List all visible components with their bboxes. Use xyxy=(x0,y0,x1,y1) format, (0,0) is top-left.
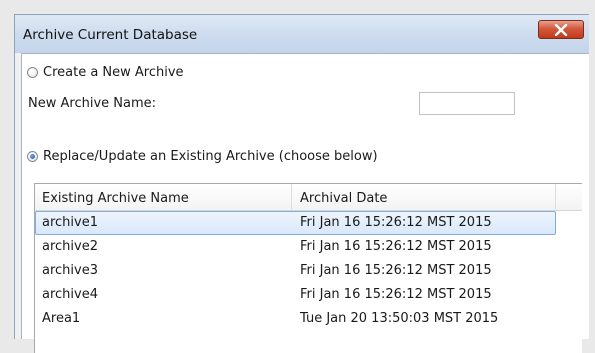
title-bar[interactable]: Archive Current Database xyxy=(15,15,589,53)
archive-name-input[interactable] xyxy=(419,92,515,115)
archive-table: Existing Archive Name Archival Date arch… xyxy=(34,183,582,353)
table-header: Existing Archive Name Archival Date xyxy=(35,184,582,211)
archival-date-cell: Fri Jan 16 15:26:12 MST 2015 xyxy=(300,263,492,278)
dialog-content: Create a New Archive New Archive Name: R… xyxy=(21,53,589,353)
close-icon xyxy=(554,23,568,36)
table-row[interactable]: archive4 Fri Jan 16 15:26:12 MST 2015 xyxy=(35,283,556,307)
replace-archive-radio[interactable] xyxy=(27,151,38,162)
table-row[interactable]: archive2 Fri Jan 16 15:26:12 MST 2015 xyxy=(35,235,556,259)
table-row[interactable]: Area1 Tue Jan 20 13:50:03 MST 2015 xyxy=(35,307,556,331)
archive-name-cell: archive4 xyxy=(42,287,98,302)
replace-archive-label: Replace/Update an Existing Archive (choo… xyxy=(43,149,378,164)
archive-name-cell: archive1 xyxy=(42,215,98,230)
archive-name-cell: Area1 xyxy=(42,311,81,326)
archive-dialog: Archive Current Database Create a New Ar… xyxy=(14,14,589,353)
column-header-archive-name[interactable]: Existing Archive Name xyxy=(42,191,189,206)
column-divider[interactable] xyxy=(291,184,292,211)
create-archive-radio[interactable] xyxy=(27,67,38,78)
table-row[interactable]: archive1 Fri Jan 16 15:26:12 MST 2015 xyxy=(35,211,556,235)
column-divider[interactable] xyxy=(555,184,556,211)
create-archive-label: Create a New Archive xyxy=(43,65,184,80)
table-row[interactable]: archive3 Fri Jan 16 15:26:12 MST 2015 xyxy=(35,259,556,283)
archival-date-cell: Tue Jan 20 13:50:03 MST 2015 xyxy=(300,311,499,326)
window-title: Archive Current Database xyxy=(23,27,198,43)
close-button[interactable] xyxy=(538,20,584,39)
archive-name-cell: archive2 xyxy=(42,239,98,254)
column-header-archival-date[interactable]: Archival Date xyxy=(300,191,387,206)
archive-name-cell: archive3 xyxy=(42,263,98,278)
archival-date-cell: Fri Jan 16 15:26:12 MST 2015 xyxy=(300,239,492,254)
archival-date-cell: Fri Jan 16 15:26:12 MST 2015 xyxy=(300,215,492,230)
replace-archive-option[interactable]: Replace/Update an Existing Archive (choo… xyxy=(27,149,378,164)
archival-date-cell: Fri Jan 16 15:26:12 MST 2015 xyxy=(300,287,492,302)
archive-name-label: New Archive Name: xyxy=(28,96,156,111)
create-archive-option[interactable]: Create a New Archive xyxy=(27,65,184,80)
